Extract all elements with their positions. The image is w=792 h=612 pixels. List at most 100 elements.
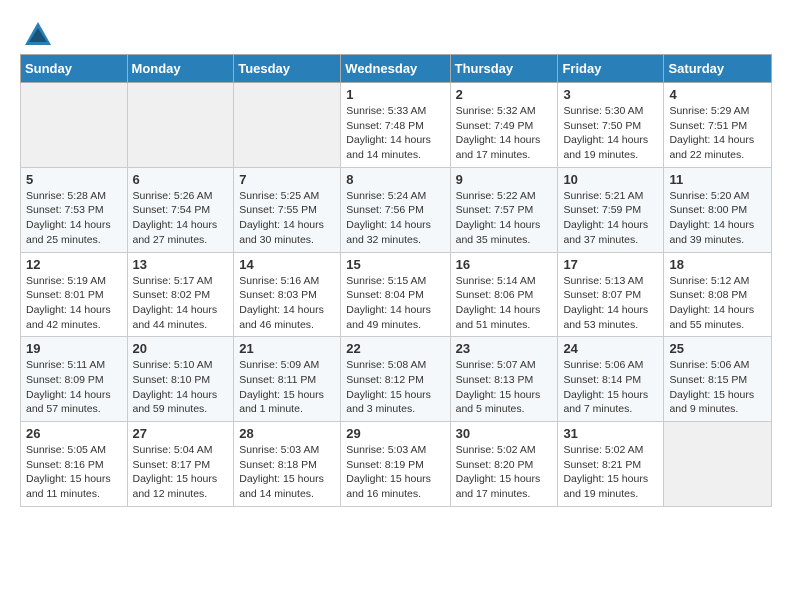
- calendar-cell: 12 Sunrise: 5:19 AM Sunset: 8:01 PM Dayli…: [21, 252, 128, 337]
- calendar-header-wednesday: Wednesday: [341, 55, 450, 83]
- day-info: Sunrise: 5:24 AM Sunset: 7:56 PM Dayligh…: [346, 189, 444, 248]
- day-number: 22: [346, 341, 444, 356]
- day-number: 14: [239, 257, 335, 272]
- calendar-header-thursday: Thursday: [450, 55, 558, 83]
- day-number: 17: [563, 257, 658, 272]
- day-number: 5: [26, 172, 122, 187]
- logo-icon: [23, 20, 53, 50]
- day-number: 11: [669, 172, 766, 187]
- day-info: Sunrise: 5:32 AM Sunset: 7:49 PM Dayligh…: [456, 104, 553, 163]
- calendar-header-friday: Friday: [558, 55, 664, 83]
- day-info: Sunrise: 5:02 AM Sunset: 8:20 PM Dayligh…: [456, 443, 553, 502]
- logo: [20, 20, 53, 44]
- day-info: Sunrise: 5:09 AM Sunset: 8:11 PM Dayligh…: [239, 358, 335, 417]
- day-number: 10: [563, 172, 658, 187]
- calendar-header-tuesday: Tuesday: [234, 55, 341, 83]
- day-number: 6: [133, 172, 229, 187]
- calendar-cell: 26 Sunrise: 5:05 AM Sunset: 8:16 PM Dayli…: [21, 422, 128, 507]
- day-number: 21: [239, 341, 335, 356]
- calendar-cell: 6 Sunrise: 5:26 AM Sunset: 7:54 PM Daylig…: [127, 167, 234, 252]
- calendar-cell: [234, 83, 341, 168]
- day-info: Sunrise: 5:25 AM Sunset: 7:55 PM Dayligh…: [239, 189, 335, 248]
- day-number: 18: [669, 257, 766, 272]
- day-number: 28: [239, 426, 335, 441]
- day-number: 25: [669, 341, 766, 356]
- calendar-cell: 25Sunrise: 5:06 AM Sunset: 8:15 PM Dayli…: [664, 337, 772, 422]
- day-number: 1: [346, 87, 444, 102]
- day-number: 4: [669, 87, 766, 102]
- page-header: [20, 20, 772, 44]
- day-number: 13: [133, 257, 229, 272]
- calendar-header-sunday: Sunday: [21, 55, 128, 83]
- day-info: Sunrise: 5:10 AM Sunset: 8:10 PM Dayligh…: [133, 358, 229, 417]
- day-info: Sunrise: 5:11 AM Sunset: 8:09 PM Dayligh…: [26, 358, 122, 417]
- day-number: 7: [239, 172, 335, 187]
- calendar-week-5: 26 Sunrise: 5:05 AM Sunset: 8:16 PM Dayli…: [21, 422, 772, 507]
- day-info: Sunrise: 5:19 AM Sunset: 8:01 PM Dayligh…: [26, 274, 122, 333]
- day-info: Sunrise: 5:21 AM Sunset: 7:59 PM Dayligh…: [563, 189, 658, 248]
- day-number: 24: [563, 341, 658, 356]
- calendar-cell: 1 Sunrise: 5:33 AM Sunset: 7:48 PM Daylig…: [341, 83, 450, 168]
- day-number: 26: [26, 426, 122, 441]
- calendar-cell: [127, 83, 234, 168]
- day-info: Sunrise: 5:16 AM Sunset: 8:03 PM Dayligh…: [239, 274, 335, 333]
- calendar-cell: 30 Sunrise: 5:02 AM Sunset: 8:20 PM Dayli…: [450, 422, 558, 507]
- day-number: 3: [563, 87, 658, 102]
- day-number: 23: [456, 341, 553, 356]
- day-number: 30: [456, 426, 553, 441]
- calendar-cell: 13Sunrise: 5:17 AM Sunset: 8:02 PM Dayli…: [127, 252, 234, 337]
- day-number: 20: [133, 341, 229, 356]
- calendar-cell: [21, 83, 128, 168]
- day-number: 29: [346, 426, 444, 441]
- calendar-cell: 2 Sunrise: 5:32 AM Sunset: 7:49 PM Daylig…: [450, 83, 558, 168]
- day-number: 31: [563, 426, 658, 441]
- calendar-week-1: 1 Sunrise: 5:33 AM Sunset: 7:48 PM Daylig…: [21, 83, 772, 168]
- day-info: Sunrise: 5:04 AM Sunset: 8:17 PM Dayligh…: [133, 443, 229, 502]
- day-info: Sunrise: 5:15 AM Sunset: 8:04 PM Dayligh…: [346, 274, 444, 333]
- calendar-cell: 29 Sunrise: 5:03 AM Sunset: 8:19 PM Dayli…: [341, 422, 450, 507]
- day-info: Sunrise: 5:03 AM Sunset: 8:18 PM Dayligh…: [239, 443, 335, 502]
- calendar-cell: 5 Sunrise: 5:28 AM Sunset: 7:53 PM Daylig…: [21, 167, 128, 252]
- day-info: Sunrise: 5:12 AM Sunset: 8:08 PM Dayligh…: [669, 274, 766, 333]
- calendar-week-2: 5 Sunrise: 5:28 AM Sunset: 7:53 PM Daylig…: [21, 167, 772, 252]
- day-info: Sunrise: 5:28 AM Sunset: 7:53 PM Dayligh…: [26, 189, 122, 248]
- calendar-cell: 9 Sunrise: 5:22 AM Sunset: 7:57 PM Daylig…: [450, 167, 558, 252]
- calendar-cell: 20 Sunrise: 5:10 AM Sunset: 8:10 PM Dayli…: [127, 337, 234, 422]
- day-info: Sunrise: 5:13 AM Sunset: 8:07 PM Dayligh…: [563, 274, 658, 333]
- calendar-cell: 28 Sunrise: 5:03 AM Sunset: 8:18 PM Dayli…: [234, 422, 341, 507]
- day-info: Sunrise: 5:22 AM Sunset: 7:57 PM Dayligh…: [456, 189, 553, 248]
- calendar-cell: 19 Sunrise: 5:11 AM Sunset: 8:09 PM Dayli…: [21, 337, 128, 422]
- day-info: Sunrise: 5:29 AM Sunset: 7:51 PM Dayligh…: [669, 104, 766, 163]
- calendar-cell: 11 Sunrise: 5:20 AM Sunset: 8:00 PM Dayli…: [664, 167, 772, 252]
- calendar-cell: 24 Sunrise: 5:06 AM Sunset: 8:14 PM Dayli…: [558, 337, 664, 422]
- day-number: 9: [456, 172, 553, 187]
- calendar-cell: 18 Sunrise: 5:12 AM Sunset: 8:08 PM Dayli…: [664, 252, 772, 337]
- calendar-table: SundayMondayTuesdayWednesdayThursdayFrid…: [20, 54, 772, 507]
- day-number: 16: [456, 257, 553, 272]
- calendar-week-4: 19 Sunrise: 5:11 AM Sunset: 8:09 PM Dayli…: [21, 337, 772, 422]
- day-info: Sunrise: 5:26 AM Sunset: 7:54 PM Dayligh…: [133, 189, 229, 248]
- calendar-cell: 27Sunrise: 5:04 AM Sunset: 8:17 PM Dayli…: [127, 422, 234, 507]
- calendar-cell: 7 Sunrise: 5:25 AM Sunset: 7:55 PM Daylig…: [234, 167, 341, 252]
- day-number: 12: [26, 257, 122, 272]
- day-info: Sunrise: 5:14 AM Sunset: 8:06 PM Dayligh…: [456, 274, 553, 333]
- day-info: Sunrise: 5:07 AM Sunset: 8:13 PM Dayligh…: [456, 358, 553, 417]
- day-info: Sunrise: 5:30 AM Sunset: 7:50 PM Dayligh…: [563, 104, 658, 163]
- day-info: Sunrise: 5:08 AM Sunset: 8:12 PM Dayligh…: [346, 358, 444, 417]
- calendar-cell: 23 Sunrise: 5:07 AM Sunset: 8:13 PM Dayli…: [450, 337, 558, 422]
- day-info: Sunrise: 5:20 AM Sunset: 8:00 PM Dayligh…: [669, 189, 766, 248]
- calendar-cell: 31 Sunrise: 5:02 AM Sunset: 8:21 PM Dayli…: [558, 422, 664, 507]
- day-info: Sunrise: 5:06 AM Sunset: 8:14 PM Dayligh…: [563, 358, 658, 417]
- day-info: Sunrise: 5:03 AM Sunset: 8:19 PM Dayligh…: [346, 443, 444, 502]
- day-info: Sunrise: 5:05 AM Sunset: 8:16 PM Dayligh…: [26, 443, 122, 502]
- calendar-cell: 16 Sunrise: 5:14 AM Sunset: 8:06 PM Dayli…: [450, 252, 558, 337]
- day-info: Sunrise: 5:02 AM Sunset: 8:21 PM Dayligh…: [563, 443, 658, 502]
- calendar-cell: 21 Sunrise: 5:09 AM Sunset: 8:11 PM Dayli…: [234, 337, 341, 422]
- calendar-cell: 4 Sunrise: 5:29 AM Sunset: 7:51 PM Daylig…: [664, 83, 772, 168]
- calendar-header-row: SundayMondayTuesdayWednesdayThursdayFrid…: [21, 55, 772, 83]
- day-info: Sunrise: 5:33 AM Sunset: 7:48 PM Dayligh…: [346, 104, 444, 163]
- calendar-cell: 17 Sunrise: 5:13 AM Sunset: 8:07 PM Dayli…: [558, 252, 664, 337]
- calendar-cell: 8Sunrise: 5:24 AM Sunset: 7:56 PM Daylig…: [341, 167, 450, 252]
- day-number: 19: [26, 341, 122, 356]
- day-number: 2: [456, 87, 553, 102]
